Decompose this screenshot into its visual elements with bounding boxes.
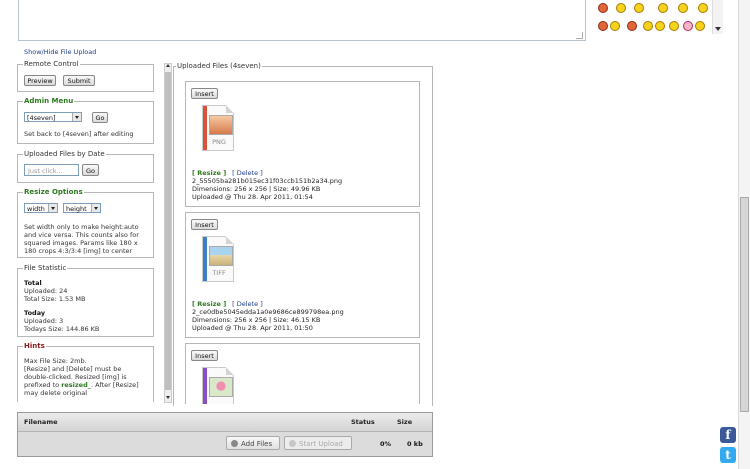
resized-prefix: resized_ [61,381,91,389]
date-input[interactable]: Just click... [24,164,79,176]
message-textarea[interactable] [18,0,586,41]
total-size: Total Size: 1.53 MB [24,295,86,303]
facebook-icon[interactable]: f [720,427,736,443]
sad-smiley-icon[interactable] [643,21,653,31]
page-scrollbar-thumb[interactable] [740,197,749,412]
admin-user-select[interactable]: [4seven] [24,112,82,122]
insert-button[interactable]: Insert [191,219,218,230]
twitter-icon[interactable]: t [720,447,736,463]
file-dimensions: Dimensions: 256 x 256 | Size: 49.96 KB [192,185,321,193]
scroll-down-arrow-icon[interactable] [715,27,721,31]
upload-queue-header: Filename Status Size [18,413,432,432]
height-select[interactable]: height [63,203,101,213]
today-heading: Today [24,309,46,317]
hint-line: [Resize] and [Delete] must be [24,365,122,373]
today-uploaded: Uploaded: 3 [24,317,64,325]
admin-menu-note: Set back to [4seven] after editing [24,130,134,138]
resize-link[interactable]: [ Resize ] [192,300,226,308]
file-card: Insert TIFF [ Resize ] [ Delete ] 2_ce0db… [185,212,420,338]
upload-icon [289,440,296,447]
today-size: Todays Size: 144.86 KB [24,325,100,333]
dropdown-arrow-icon [91,204,100,212]
admin-menu-panel: Admin Menu [4seven] Go Set back to [4sev… [17,97,154,144]
hint-line: prefixed to resized_. After [Resize] [24,381,139,389]
file-actions: [ Resize ] [ Delete ] [192,300,263,308]
scroll-up-arrow-icon[interactable] [166,64,170,67]
file-actions: [ Resize ] [ Delete ] [192,169,263,177]
resize-link[interactable]: [ Resize ] [192,169,226,177]
resize-options-legend: Resize Options [23,188,84,196]
file-statistic-legend: File Statistic [23,264,68,272]
file-statistic-panel: File Statistic Total Uploaded: 24 Total … [17,264,154,337]
start-upload-button[interactable]: Start Upload [284,436,352,450]
admin-go-button[interactable]: Go [92,112,108,123]
cheer-smiley-icon[interactable] [678,3,688,13]
insert-button[interactable]: Insert [191,350,218,361]
devil-smiley-icon[interactable] [598,3,608,13]
submit-button[interactable]: Submit [63,75,95,86]
dropdown-arrow-icon [72,113,81,121]
uploaded-files-legend: Uploaded Files (4seven) [176,62,262,70]
jester-smiley-icon[interactable] [616,3,626,13]
resize-help-line: 180 crops 4:3/3:4 [img] to center [24,247,133,255]
size-column-header: Size [397,418,413,426]
file-card: Insert PNG [ Resize ] [ Delete ] 2_55505b… [185,81,420,207]
file-dimensions: Dimensions: 256 x 256 | Size: 46.15 KB [192,316,321,324]
laugh-smiley-icon[interactable] [655,21,665,31]
sidebar-scrollbar-thumb[interactable] [165,72,171,390]
delete-link[interactable]: [ Delete ] [232,300,263,308]
total-uploaded: Uploaded: 24 [24,287,68,295]
add-files-button[interactable]: Add Files [226,436,280,450]
moon-smiley-icon[interactable] [695,21,705,31]
status-column-header: Status [351,418,375,426]
resize-help-line: Set width only to make height:auto [24,223,139,231]
hmm-smiley-icon[interactable] [669,21,679,31]
mail-smiley-icon[interactable] [610,21,620,31]
hints-legend: Hints [23,342,46,350]
show-hide-upload-link[interactable]: Show/Hide File Upload [24,48,96,56]
resize-help-line: squared images. Params like 180 x [24,239,138,247]
add-icon [231,440,238,447]
scroll-down-arrow-icon[interactable] [166,396,170,399]
remote-control-panel: Remote Control Preview Submit [17,60,154,92]
resize-options-panel: Resize Options width height Set width on… [17,188,154,258]
upload-status-value: 0% [380,440,392,448]
upload-queue-table: Filename Status Size [17,412,433,457]
cowboy-smiley-icon[interactable] [634,3,644,13]
filename-column-header: Filename [24,418,58,426]
file-uploaded-date: Uploaded @ Thu 28. Apr 2011, 01:54 [192,193,313,201]
tiff-file-icon[interactable]: TIFF [200,236,236,284]
file-name: 2_ce0dbe5045edda1a0e9686ce899798ea.png [192,308,344,316]
uploaded-by-date-legend: Uploaded Files by Date [23,150,106,158]
hints-panel: Hints Max File Size: 2mb. [Resize] and [… [17,342,154,402]
width-select[interactable]: width [24,203,58,213]
angry-smiley-icon[interactable] [598,21,608,31]
delete-link[interactable]: [ Delete ] [232,169,263,177]
insert-button[interactable]: Insert [191,88,218,99]
uploaded-by-date-panel: Uploaded Files by Date Just click... Go [17,150,154,183]
resize-grip-icon[interactable] [576,32,583,39]
file-card: Insert [185,343,420,404]
png-file-icon[interactable]: PNG [200,105,236,153]
hint-line: Max File Size: 2mb. [24,357,87,365]
grin-smiley-icon[interactable] [698,3,708,13]
emoji-panel [594,0,722,36]
bang-smiley-icon[interactable] [627,21,637,31]
total-heading: Total [24,279,42,287]
hat-smiley-icon[interactable] [658,3,668,13]
preview-button[interactable]: Preview [24,75,56,86]
file-uploaded-date: Uploaded @ Thu 28. Apr 2011, 01:50 [192,324,313,332]
upload-size-value: 0 kb [407,440,423,448]
pig-smiley-icon[interactable] [683,21,693,31]
hint-line: double-clicked. Resized [img] is [24,373,127,381]
image-file-icon[interactable] [200,367,236,404]
remote-control-legend: Remote Control [23,60,80,68]
resize-help-line: and vice versa. This counts also for [24,231,139,239]
dropdown-arrow-icon [48,204,57,212]
file-name: 2_55505ba281b015ec31f03ccb151b2a34.png [192,177,343,185]
admin-menu-legend: Admin Menu [23,97,75,105]
hint-line: may delete original [24,389,88,397]
date-go-button[interactable]: Go [82,164,99,176]
